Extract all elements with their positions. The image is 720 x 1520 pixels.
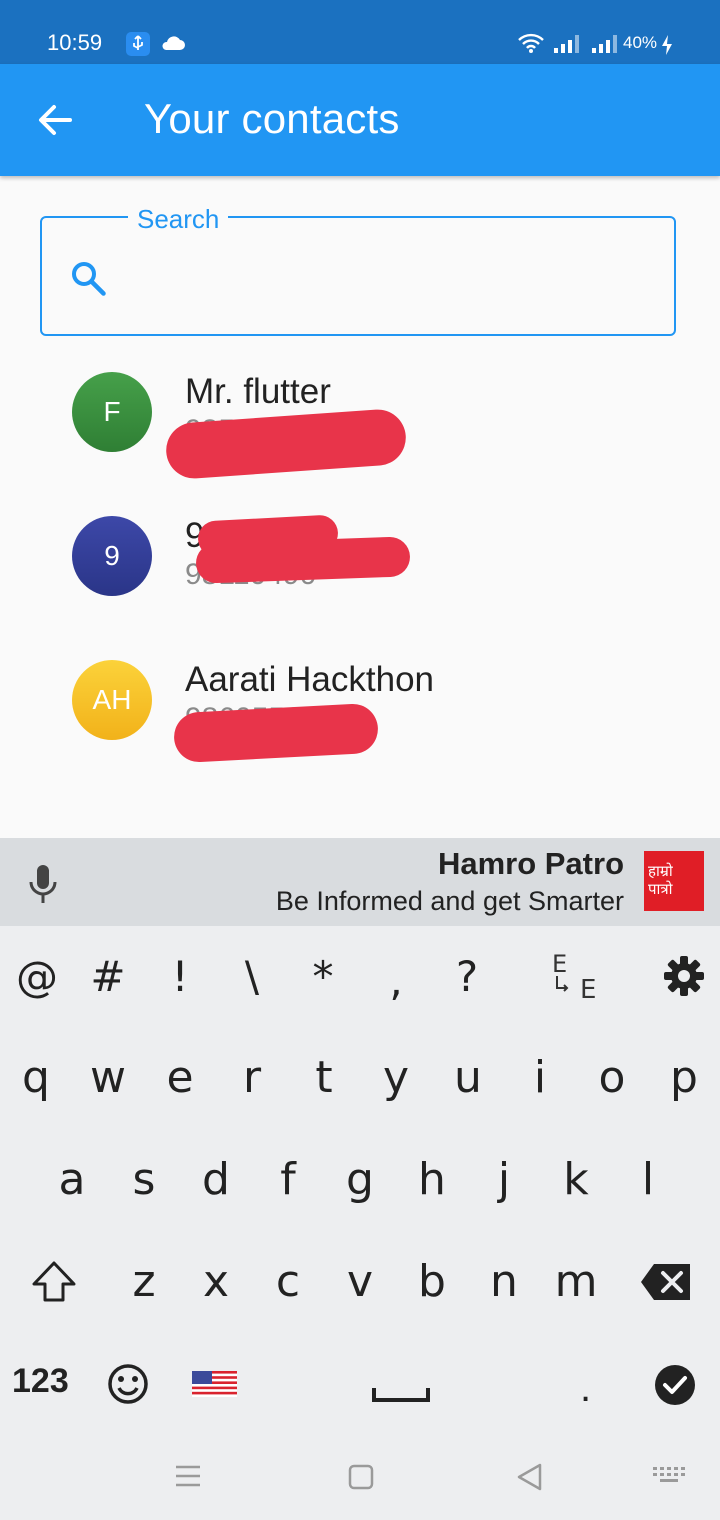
wifi-icon bbox=[516, 32, 546, 59]
key-g[interactable]: g bbox=[330, 1154, 390, 1205]
key-backslash[interactable]: \ bbox=[222, 952, 282, 1001]
key-c[interactable]: c bbox=[258, 1256, 318, 1307]
logo-text: पात्रो bbox=[648, 881, 673, 898]
microphone-icon[interactable] bbox=[26, 862, 60, 911]
key-p[interactable]: p bbox=[654, 1052, 714, 1103]
svg-text:E: E bbox=[580, 975, 596, 1004]
avatar: F bbox=[72, 372, 152, 452]
key-m[interactable]: m bbox=[546, 1256, 606, 1307]
keyboard bbox=[0, 926, 720, 1520]
key-l[interactable]: l bbox=[618, 1154, 678, 1205]
logo-text: हाम्रो bbox=[648, 863, 673, 880]
key-asterisk[interactable]: * bbox=[293, 952, 353, 1001]
contact-name: Aarati Hackthon bbox=[185, 660, 435, 699]
emoji-icon[interactable] bbox=[106, 1362, 150, 1411]
key-question[interactable]: ? bbox=[437, 952, 497, 1001]
key-i[interactable]: i bbox=[510, 1052, 570, 1103]
arrow-left-icon[interactable] bbox=[36, 102, 76, 143]
search-icon bbox=[68, 258, 108, 303]
redaction-mark bbox=[172, 702, 380, 764]
contact-row[interactable]: AH Aarati Hackthon 98605591 bbox=[0, 628, 720, 772]
key-r[interactable]: r bbox=[222, 1052, 282, 1103]
enter-check-icon[interactable] bbox=[654, 1364, 696, 1411]
translate-icon[interactable]: EE bbox=[548, 948, 604, 1009]
battery-level: 40% bbox=[623, 33, 658, 52]
ad-title[interactable]: Hamro Patro bbox=[438, 846, 624, 882]
home-icon[interactable] bbox=[348, 1464, 374, 1495]
numbers-key[interactable]: 123 bbox=[12, 1362, 69, 1401]
cloud-icon bbox=[160, 34, 186, 57]
key-period[interactable]: . bbox=[580, 1366, 591, 1411]
us-flag-icon[interactable] bbox=[192, 1371, 237, 1402]
hamro-patro-logo[interactable]: हाम्रो पात्रो bbox=[644, 851, 704, 911]
key-hash[interactable]: # bbox=[78, 952, 138, 1001]
recents-icon[interactable] bbox=[174, 1464, 202, 1493]
contact-row[interactable]: 9 98 40 98110490 bbox=[0, 484, 720, 628]
key-exclamation[interactable]: ! bbox=[150, 952, 210, 1001]
contact-name: Mr. flutter bbox=[185, 372, 331, 411]
signal-icon bbox=[552, 34, 580, 59]
key-o[interactable]: o bbox=[582, 1052, 642, 1103]
ad-subtitle[interactable]: Be Informed and get Smarter bbox=[276, 886, 624, 917]
key-j[interactable]: j bbox=[474, 1154, 534, 1205]
backspace-icon[interactable] bbox=[640, 1262, 692, 1307]
gear-icon[interactable] bbox=[662, 954, 706, 1003]
key-z[interactable]: z bbox=[114, 1256, 174, 1307]
key-w[interactable]: w bbox=[78, 1052, 138, 1103]
key-n[interactable]: n bbox=[474, 1256, 534, 1307]
key-v[interactable]: v bbox=[330, 1256, 390, 1307]
key-y[interactable]: y bbox=[366, 1052, 426, 1103]
signal-icon bbox=[590, 34, 618, 59]
key-f[interactable]: f bbox=[258, 1154, 318, 1205]
key-x[interactable]: x bbox=[186, 1256, 246, 1307]
key-k[interactable]: k bbox=[546, 1154, 606, 1205]
avatar: 9 bbox=[72, 516, 152, 596]
key-s[interactable]: s bbox=[114, 1154, 174, 1205]
key-d[interactable]: d bbox=[186, 1154, 246, 1205]
charging-icon bbox=[661, 34, 673, 61]
key-b[interactable]: b bbox=[402, 1256, 462, 1307]
status-bar: 10:59 40% bbox=[0, 0, 720, 64]
contact-row[interactable]: F Mr. flutter 98512 bbox=[0, 340, 720, 484]
search-label: Search bbox=[128, 204, 229, 235]
key-e[interactable]: e bbox=[150, 1052, 210, 1103]
key-at[interactable]: @ bbox=[7, 952, 67, 1001]
usb-icon bbox=[126, 32, 150, 56]
key-q[interactable]: q bbox=[6, 1052, 66, 1103]
svg-text:E: E bbox=[552, 950, 567, 978]
key-u[interactable]: u bbox=[438, 1052, 498, 1103]
redaction-mark bbox=[195, 536, 411, 584]
key-a[interactable]: a bbox=[42, 1154, 102, 1205]
key-t[interactable]: t bbox=[294, 1052, 354, 1103]
back-nav-icon[interactable] bbox=[516, 1462, 544, 1497]
app-bar: Your contacts bbox=[0, 64, 720, 176]
shift-icon[interactable] bbox=[30, 1258, 78, 1311]
key-h[interactable]: h bbox=[402, 1154, 462, 1205]
avatar: AH bbox=[72, 660, 152, 740]
spacebar-icon[interactable] bbox=[372, 1386, 430, 1409]
keyboard-hide-icon[interactable] bbox=[652, 1466, 686, 1491]
status-time: 10:59 bbox=[47, 30, 103, 55]
key-comma[interactable]: , bbox=[366, 956, 426, 1005]
page-title: Your contacts bbox=[144, 95, 400, 142]
